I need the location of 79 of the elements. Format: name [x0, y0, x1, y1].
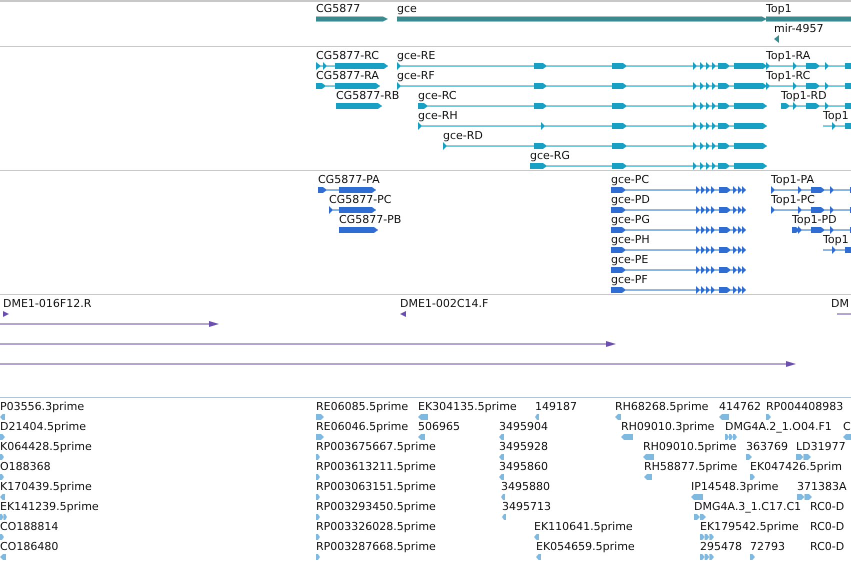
read-label: RC0-D	[810, 500, 844, 513]
read-label: RE06046.5prime	[316, 420, 408, 433]
read-label: 3495860	[499, 460, 548, 473]
read-label: 3495904	[499, 420, 548, 433]
transcript-label: CG5877-RC	[316, 49, 379, 62]
read-label: EK110641.5prime	[534, 520, 633, 533]
gene-label: Top1	[766, 2, 792, 15]
read-label: EK054659.5prime	[536, 540, 635, 553]
read-label: RP003293450.5prime	[316, 500, 436, 513]
protein-label: CG5877-PA	[318, 173, 380, 186]
gene-label: mir-4957	[774, 22, 824, 35]
read-label: K170439.5prime	[0, 480, 92, 493]
read-label: RP003675667.5prime	[316, 440, 436, 453]
read-label: 295478	[700, 540, 742, 553]
read-label: 363769	[746, 440, 788, 453]
read-label: DMG4A.2_1.O04.F1	[725, 420, 832, 433]
read-label: RH58877.5prime	[644, 460, 738, 473]
read-label: DMG4A.3_1.C17.C1	[694, 500, 802, 513]
read-label: EK141239.5prime	[0, 500, 99, 513]
transcript-label: gce-RD	[443, 129, 483, 142]
protein-label: gce-PD	[611, 193, 650, 206]
read-label: CO188814	[0, 520, 58, 533]
gene-label: CG5877	[316, 2, 360, 15]
protein-label: gce-PH	[611, 233, 650, 246]
transcript-label: CG5877-RB	[336, 89, 400, 102]
transcript-label: Top1	[823, 109, 849, 122]
read-label: RE06085.5prime	[316, 400, 408, 413]
read-label: RC0-D	[810, 540, 844, 553]
read-label: EK304135.5prime	[418, 400, 517, 413]
protein-label: gce-PC	[611, 173, 650, 186]
read-label: 414762	[719, 400, 761, 413]
transcript-label: Top1-RC	[766, 69, 810, 82]
transcript-label: gce-RH	[418, 109, 458, 122]
transcript-label: Top1-RD	[781, 89, 827, 102]
read-label: C	[843, 420, 851, 433]
transcript-label: Top1-RA	[766, 49, 810, 62]
read-label: 371383A	[797, 480, 847, 493]
protein-label: gce-PG	[611, 213, 650, 226]
protein-label: CG5877-PB	[339, 213, 402, 226]
protein-label: gce-PF	[611, 273, 648, 286]
protein-label: CG5877-PC	[329, 193, 392, 206]
read-label: EK179542.5prime	[700, 520, 799, 533]
read-label: 3495928	[499, 440, 548, 453]
gene-label: gce	[397, 2, 417, 15]
read-label: 506965	[418, 420, 460, 433]
marker-label: DME1-002C14.F	[400, 297, 488, 310]
transcript-label: gce-RG	[530, 149, 570, 162]
read-label: 3495880	[501, 480, 550, 493]
read-label: IP14548.3prime	[691, 480, 778, 493]
read-label: RP003326028.5prime	[316, 520, 436, 533]
read-label: 72793	[750, 540, 785, 553]
read-label: 149187	[535, 400, 577, 413]
read-label: O188368	[0, 460, 51, 473]
read-label: K064428.5prime	[0, 440, 92, 453]
read-label: 3495713	[502, 500, 551, 513]
read-label: RP003613211.5prime	[316, 460, 436, 473]
protein-label: Top1	[823, 233, 849, 246]
read-label: D21404.5prime	[0, 420, 86, 433]
protein-label: Top1-PC	[771, 193, 815, 206]
read-label: RP004408983	[766, 400, 844, 413]
read-label: RP003063151.5prime	[316, 480, 436, 493]
read-label: LD31977	[796, 440, 846, 453]
read-label: RC0-D	[810, 520, 844, 533]
protein-label: Top1-PD	[792, 213, 837, 226]
read-label: CO186480	[0, 540, 58, 553]
transcript-label: CG5877-RA	[316, 69, 379, 82]
marker-label: DM	[831, 297, 849, 310]
read-label: RH09010.5prime	[643, 440, 736, 453]
read-label: RH68268.5prime	[615, 400, 708, 413]
read-label: P03556.3prime	[0, 400, 84, 413]
read-label: EK047426.5prim	[750, 460, 842, 473]
protein-label: gce-PE	[611, 253, 648, 266]
transcript-label: gce-RC	[418, 89, 457, 102]
read-label: RP003287668.5prime	[316, 540, 436, 553]
read-label: RH09010.3prime	[621, 420, 714, 433]
protein-label: Top1-PA	[771, 173, 814, 186]
marker-label: DME1-016F12.R	[3, 297, 92, 310]
transcript-label: gce-RF	[397, 69, 435, 82]
transcript-label: gce-RE	[397, 49, 436, 62]
